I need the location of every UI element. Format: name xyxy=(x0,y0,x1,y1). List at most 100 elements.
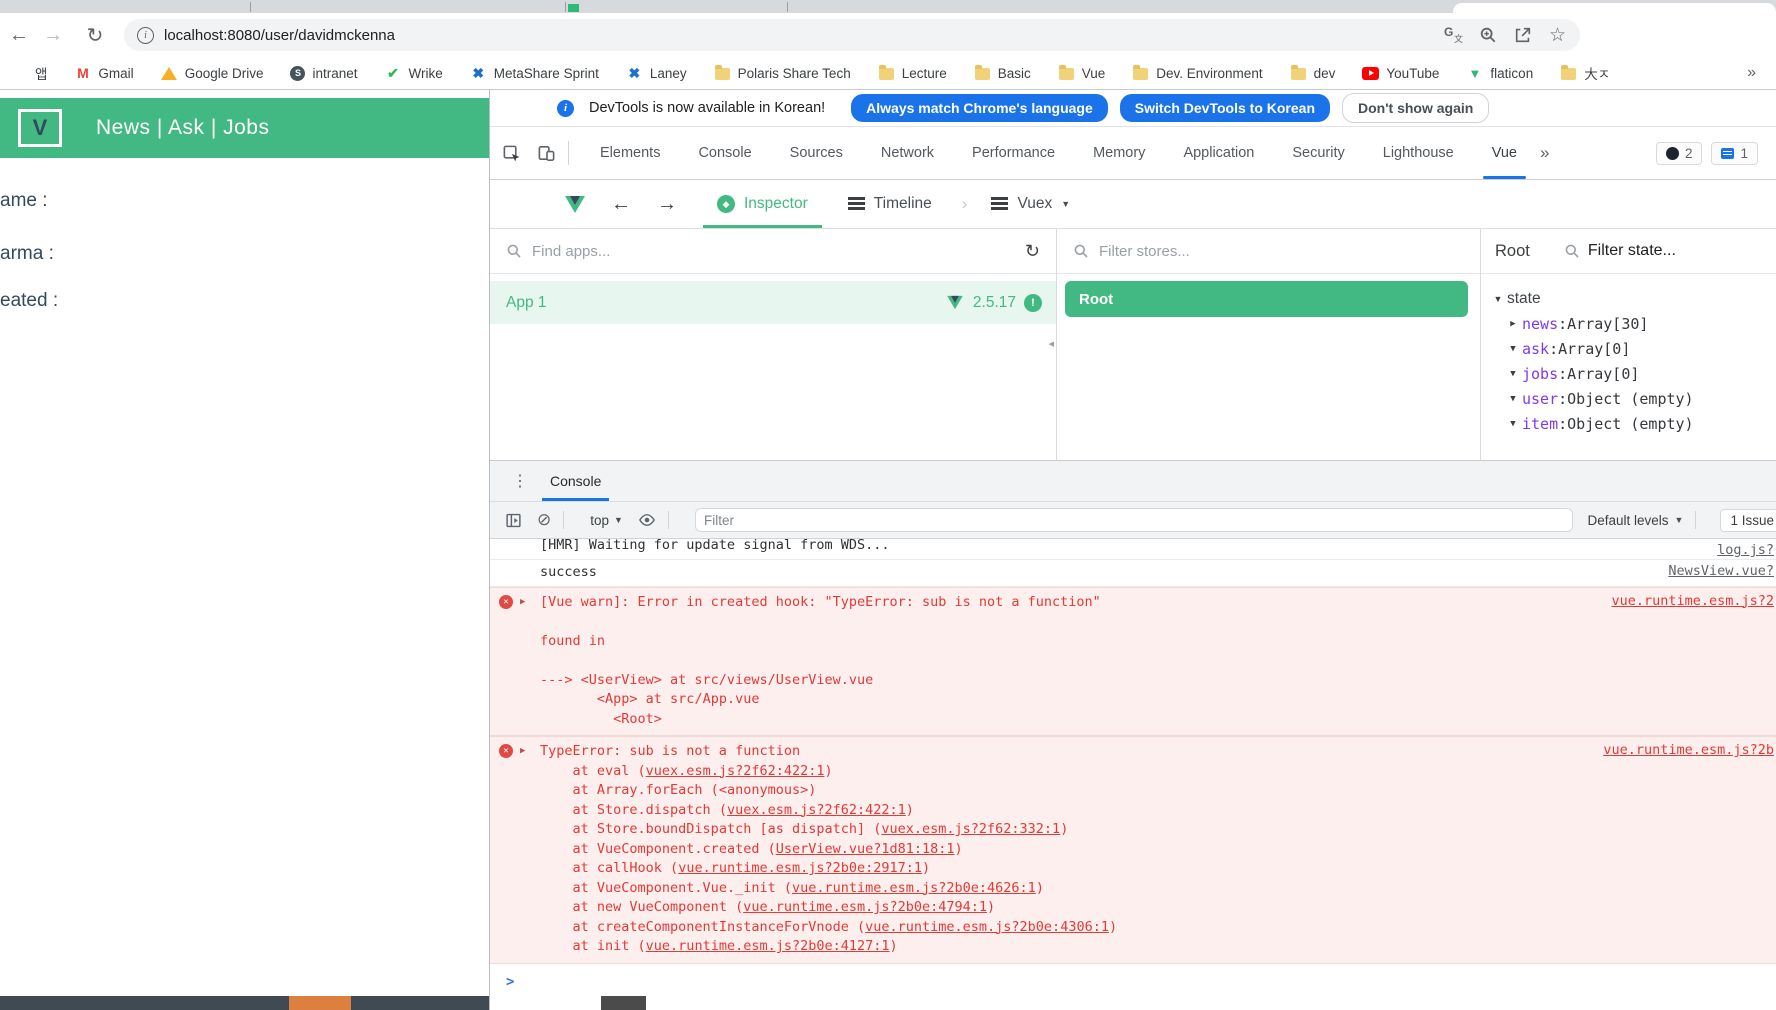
devtools-tab-memory[interactable]: Memory xyxy=(1074,128,1164,179)
reload-icon[interactable]: ↻ xyxy=(80,23,110,48)
state-entry[interactable]: ▼ user: Object (empty) xyxy=(1481,386,1776,411)
source-file-link[interactable]: vue.runtime.esm.js?2b xyxy=(1603,742,1774,758)
console-drawer-tab[interactable]: Console xyxy=(541,461,610,501)
source-link[interactable]: vue.runtime.esm.js?2b0e:4127:1 xyxy=(646,938,890,954)
source-file-link[interactable]: vue.runtime.esm.js?2 xyxy=(1611,593,1774,609)
back-icon[interactable]: ← xyxy=(4,24,34,47)
flaticon-icon: ▼ xyxy=(1468,65,1482,81)
device-toolbar-icon[interactable] xyxy=(537,144,556,163)
history-forward-icon[interactable]: → xyxy=(657,193,677,216)
bookmark-item[interactable]: ✔ Wrike xyxy=(377,62,451,85)
state-entry[interactable]: ▼ ask: Array[0] xyxy=(1481,336,1776,361)
app-list-item[interactable]: App 1 2.5.17 ! xyxy=(490,281,1056,324)
vue-logo[interactable]: V xyxy=(18,109,62,147)
devtools-tab-sources[interactable]: Sources xyxy=(771,128,862,179)
issues-badge[interactable]: 1 xyxy=(1711,141,1758,165)
source-file-link[interactable]: log.js? xyxy=(1717,542,1774,558)
state-entry[interactable]: ▼ jobs: Array[0] xyxy=(1481,361,1776,386)
devtools-tab-performance[interactable]: Performance xyxy=(953,128,1074,179)
bookmark-item[interactable]: ▼ flaticon xyxy=(1458,62,1541,85)
active-tab[interactable] xyxy=(1453,3,1776,13)
bookmark-item[interactable]: Lecture xyxy=(870,62,955,85)
expand-triangle-icon[interactable]: ▶ xyxy=(520,746,525,756)
console-prompt[interactable]: > xyxy=(506,974,1776,990)
devtools-tab-vue[interactable]: Vue xyxy=(1473,128,1536,179)
bookmark-item[interactable]: M Gmail xyxy=(66,62,141,85)
source-link[interactable]: UserView.vue?1d81:18:1 xyxy=(776,841,955,857)
more-tabs-icon[interactable]: » xyxy=(1540,143,1549,163)
source-link[interactable]: vuex.esm.js?2f62:422:1 xyxy=(727,802,906,818)
zoom-icon[interactable] xyxy=(1479,26,1497,44)
switch-korean-button[interactable]: Switch DevTools to Korean xyxy=(1119,94,1330,122)
source-link[interactable]: vue.runtime.esm.js?2b0e:4626:1 xyxy=(792,880,1036,896)
bookmark-item[interactable]: YouTube xyxy=(1354,62,1447,85)
devtools-tab-network[interactable]: Network xyxy=(862,128,953,179)
triangle-right-icon[interactable]: ▶ xyxy=(1504,319,1522,329)
find-apps-input[interactable]: Find apps... xyxy=(532,243,610,260)
log-levels-dropdown[interactable]: Default levels ▼ xyxy=(1588,513,1684,528)
triangle-down-icon[interactable]: ▼ xyxy=(1504,344,1522,354)
collapse-panel-icon[interactable]: ◂ xyxy=(1048,337,1054,350)
devtools-tab-application[interactable]: Application xyxy=(1164,128,1273,179)
store-root-item[interactable]: Root xyxy=(1065,281,1468,317)
bookmark-star-icon[interactable]: ☆ xyxy=(1549,24,1566,47)
devtools-tab-security[interactable]: Security xyxy=(1273,128,1363,179)
tab-vuex[interactable]: Vuex ▼ xyxy=(991,180,1070,228)
dismiss-button[interactable]: Don't show again xyxy=(1342,93,1490,123)
devtools-tab-elements[interactable]: Elements xyxy=(581,128,679,179)
bookmark-item[interactable]: 大ㅈ xyxy=(1552,60,1618,86)
address-bar[interactable]: i localhost:8080/user/davidmckenna G文 ☆ xyxy=(124,19,1580,51)
bookmark-item[interactable]: dev xyxy=(1282,62,1344,85)
bookmark-item[interactable]: Sintranet xyxy=(282,63,365,84)
kebab-menu-icon[interactable]: ⋮ xyxy=(512,471,528,491)
tab-inspector[interactable]: ◆ Inspector xyxy=(703,180,822,228)
source-file-link[interactable]: NewsView.vue? xyxy=(1668,563,1774,579)
match-language-button[interactable]: Always match Chrome's language xyxy=(851,94,1108,122)
triangle-down-icon[interactable]: ▼ xyxy=(1504,394,1522,404)
bookmark-item[interactable]: ✖ Laney xyxy=(618,62,695,85)
share-icon[interactable] xyxy=(1514,26,1532,44)
state-root-node[interactable]: ▼ state xyxy=(1481,286,1776,311)
errors-badge[interactable]: 2 xyxy=(1655,141,1703,165)
source-link[interactable]: vuex.esm.js?2f62:422:1 xyxy=(646,763,825,779)
source-link[interactable]: vue.runtime.esm.js?2b0e:4794:1 xyxy=(743,899,987,915)
console-sidebar-icon[interactable] xyxy=(505,512,522,529)
source-link[interactable]: vuex.esm.js?2f62:332:1 xyxy=(881,821,1060,837)
eye-icon[interactable] xyxy=(638,511,656,529)
bookmark-item[interactable]: Polaris Share Tech xyxy=(706,62,859,85)
devtools-tab-lighthouse[interactable]: Lighthouse xyxy=(1364,128,1473,179)
bookmark-item[interactable]: Basic xyxy=(966,62,1039,85)
source-link[interactable]: vue.runtime.esm.js?2b0e:2917:1 xyxy=(678,860,922,876)
site-nav[interactable]: News | Ask | Jobs xyxy=(96,116,269,140)
filter-stores-input[interactable]: Filter stores... xyxy=(1099,243,1190,260)
bookmark-item[interactable]: Google Drive xyxy=(153,62,272,85)
devtools-plugin-icon[interactable]: ! xyxy=(1024,293,1042,312)
issues-counter[interactable]: 1 Issue xyxy=(1720,508,1776,532)
tab-strip[interactable] xyxy=(0,0,1776,13)
refresh-icon[interactable]: ↻ xyxy=(1025,241,1040,262)
translate-icon[interactable]: G文 xyxy=(1444,25,1463,44)
filter-state-input[interactable]: Filter state... xyxy=(1588,242,1676,260)
triangle-down-icon[interactable]: ▼ xyxy=(1504,419,1522,429)
source-link[interactable]: vue.runtime.esm.js?2b0e:4306:1 xyxy=(865,919,1109,935)
bookmarks-overflow-icon[interactable]: » xyxy=(1747,64,1756,82)
triangle-down-icon[interactable]: ▼ xyxy=(1504,369,1522,379)
expand-triangle-icon[interactable]: ▶ xyxy=(520,597,525,607)
context-selector[interactable]: top ▼ xyxy=(590,513,623,528)
clear-console-icon[interactable]: ⊘ xyxy=(537,510,551,530)
page-info-icon[interactable]: i xyxy=(137,26,154,44)
bookmark-item[interactable]: Dev. Environment xyxy=(1124,62,1270,85)
history-back-icon[interactable]: ← xyxy=(611,193,631,216)
bookmark-item[interactable]: 앱 xyxy=(6,60,55,86)
state-entry[interactable]: ▼ item: Object (empty) xyxy=(1481,411,1776,436)
state-entry[interactable]: ▶ news: Array[30] xyxy=(1481,311,1776,336)
console-filter-input[interactable] xyxy=(694,508,1573,532)
tab-timeline[interactable]: Timeline xyxy=(847,180,932,228)
bookmark-item[interactable]: ✖ MetaShare Sprint xyxy=(462,62,607,85)
url-text[interactable]: localhost:8080/user/davidmckenna xyxy=(164,27,395,44)
triangle-down-icon[interactable]: ▼ xyxy=(1489,294,1507,304)
inspect-element-icon[interactable] xyxy=(502,144,521,163)
devtools-tab-console[interactable]: Console xyxy=(679,128,770,179)
forward-icon[interactable]: → xyxy=(38,24,68,47)
bookmark-item[interactable]: Vue xyxy=(1050,62,1114,85)
